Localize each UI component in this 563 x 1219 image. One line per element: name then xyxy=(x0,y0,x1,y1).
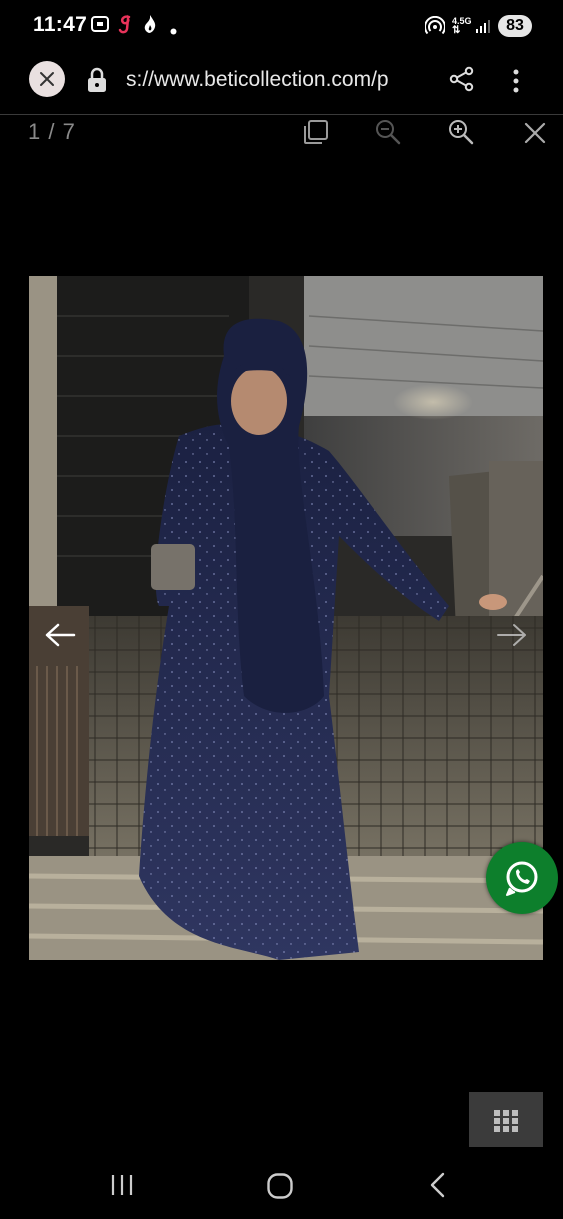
lightbox-close-icon[interactable] xyxy=(522,120,548,151)
system-nav-bar xyxy=(0,1150,563,1219)
hotspot-icon xyxy=(424,15,446,41)
lock-icon[interactable] xyxy=(86,67,108,98)
close-icon[interactable] xyxy=(29,61,65,97)
back-icon[interactable] xyxy=(428,1172,448,1203)
more-vert-icon[interactable] xyxy=(506,68,526,99)
status-bar: 11:47 4.5G ⇅ 83 xyxy=(0,0,563,48)
whatsapp-icon xyxy=(486,861,558,918)
g-app-icon xyxy=(117,13,133,40)
battery-indicator: 83 xyxy=(498,15,532,37)
screenshot-icon xyxy=(90,14,110,39)
network-type: 4.5G ⇅ xyxy=(452,16,472,36)
product-photo[interactable] xyxy=(29,276,543,960)
zoom-in-icon[interactable] xyxy=(447,118,475,151)
arrow-right-icon[interactable] xyxy=(496,622,528,653)
fullscreen-icon[interactable] xyxy=(302,118,330,151)
share-icon[interactable] xyxy=(449,66,475,97)
arrow-left-icon[interactable] xyxy=(44,622,76,653)
whatsapp-button[interactable] xyxy=(486,842,558,914)
grid-view-button[interactable] xyxy=(469,1092,543,1147)
status-time: 11:47 xyxy=(33,13,88,36)
recents-icon[interactable] xyxy=(109,1172,135,1203)
home-icon[interactable] xyxy=(266,1172,294,1205)
url-field[interactable]: s://www.beticollection.com/p xyxy=(126,68,428,92)
dot-icon xyxy=(170,22,177,40)
zoom-out-icon[interactable] xyxy=(374,118,402,151)
grid-icon xyxy=(469,1110,543,1151)
image-counter: 1 / 7 xyxy=(28,119,76,144)
browser-toolbar: s://www.beticollection.com/p xyxy=(0,48,563,115)
flame-app-icon xyxy=(143,14,157,39)
signal-icon xyxy=(475,18,491,39)
